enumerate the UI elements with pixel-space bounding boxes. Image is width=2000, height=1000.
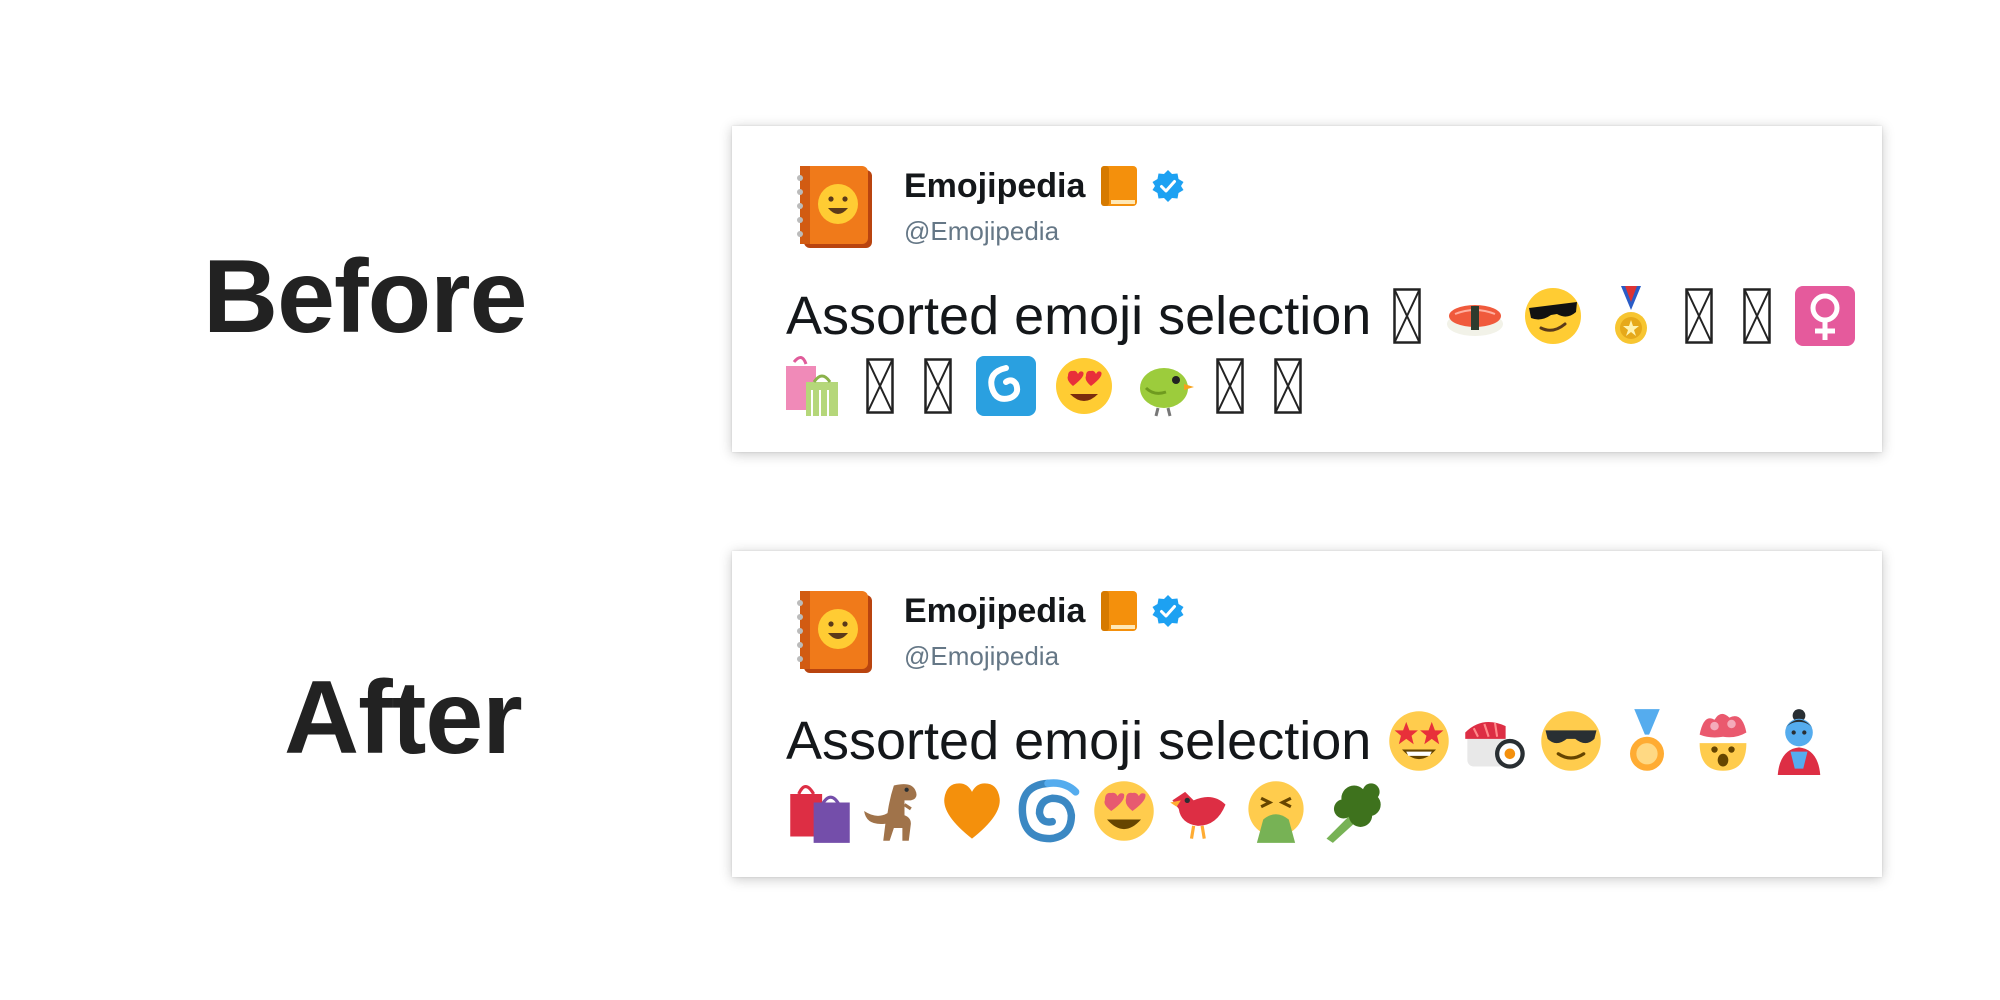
cyclone-icon — [1014, 777, 1082, 845]
tweet-text-line-1: Assorted emoji selection — [786, 701, 1841, 781]
name-line: Emojipedia — [904, 587, 1185, 635]
display-name[interactable]: Emojipedia — [904, 167, 1085, 206]
t-rex-icon — [862, 777, 930, 845]
missing-glyph-icon — [924, 358, 952, 414]
missing-glyph-icon — [1685, 288, 1714, 344]
smiling-face-with-sunglasses-icon — [1521, 284, 1585, 348]
after-label: After — [284, 660, 523, 776]
avatar[interactable] — [794, 587, 878, 677]
broccoli-icon — [1318, 777, 1386, 845]
comparison-stage: Before After Emojipedia @Emojipedia Asso… — [0, 0, 2000, 1000]
tweet-card-before[interactable]: Emojipedia @Emojipedia Assorted emoji se… — [732, 126, 1882, 452]
exploding-head-icon — [1689, 707, 1757, 775]
sports-medal-icon — [1613, 707, 1681, 775]
bird-icon — [1130, 354, 1194, 418]
verified-badge-icon — [1152, 170, 1184, 202]
missing-glyph-icon — [1216, 358, 1244, 414]
display-name[interactable]: Emojipedia — [904, 592, 1085, 631]
emojipedia-avatar-icon — [797, 166, 872, 248]
face-vomiting-icon — [1242, 777, 1310, 845]
sushi-icon — [1443, 284, 1507, 348]
missing-glyph-icon — [866, 358, 894, 414]
avatar[interactable] — [794, 162, 878, 252]
handle[interactable]: @Emojipedia — [904, 641, 1059, 672]
handle[interactable]: @Emojipedia — [904, 216, 1059, 247]
sushi-icon — [1461, 707, 1529, 775]
tweet-text-line-1: Assorted emoji selection — [786, 276, 1871, 356]
star-struck-icon — [1385, 707, 1453, 775]
genie-icon — [1765, 707, 1833, 775]
tweet-text-line-2 — [786, 771, 1394, 851]
sports-medal-icon — [1599, 284, 1663, 348]
missing-glyph-icon — [1274, 358, 1302, 414]
missing-glyph-icon — [1393, 288, 1422, 344]
verified-badge-icon — [1152, 595, 1184, 627]
missing-glyph-icon — [1743, 288, 1772, 344]
tweet-text: Assorted emoji selection — [786, 711, 1372, 771]
tweet-text-line-2 — [780, 346, 1324, 426]
before-label: Before — [203, 239, 527, 355]
orange-heart-icon — [938, 777, 1006, 845]
smiling-face-with-heart-eyes-icon — [1090, 777, 1158, 845]
emojipedia-avatar-icon — [797, 591, 872, 673]
tweet-card-after[interactable]: Emojipedia @Emojipedia Assorted emoji se… — [732, 551, 1882, 877]
shopping-bags-icon — [780, 354, 844, 418]
orange-book-icon — [1101, 591, 1138, 631]
name-line: Emojipedia — [904, 162, 1185, 210]
female-sign-icon — [1793, 284, 1857, 348]
shopping-bags-icon — [786, 777, 854, 845]
smiling-face-with-heart-eyes-icon — [1052, 354, 1116, 418]
orange-book-icon — [1101, 166, 1138, 206]
tweet-text: Assorted emoji selection — [786, 286, 1372, 346]
cyclone-icon — [974, 354, 1038, 418]
smiling-face-with-sunglasses-icon — [1537, 707, 1605, 775]
bird-icon — [1166, 777, 1234, 845]
